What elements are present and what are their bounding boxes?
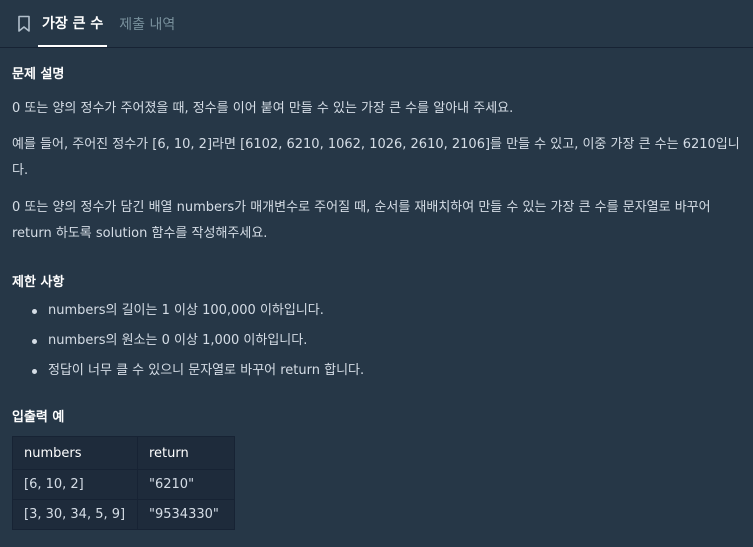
examples-heading: 입출력 예 [12,410,65,425]
tab-submissions[interactable]: 제출 내역 [115,0,179,47]
table-cell: "6210" [137,469,235,500]
limits-heading: 제한 사항 [12,275,65,290]
description-paragraph-2: 예를 들어, 주어진 정수가 [6, 10, 2]라면 [6102, 6210,… [12,137,740,178]
bookmark-icon[interactable] [10,10,38,38]
tab-problem[interactable]: 가장 큰 수 [38,0,108,47]
examples-table: numbers return [6, 10, 2] "6210" [3, 30,… [12,436,235,530]
table-cell: [6, 10, 2] [12,469,138,500]
list-item: 정답이 너무 클 수 있으니 문자열로 바꾸어 return 합니다. [32,356,364,386]
table-row: [6, 10, 2] "6210" [12,469,235,500]
limits-list: numbers의 길이는 1 이상 100,000 이하입니다. numbers… [32,296,364,386]
description-paragraph-1: 0 또는 양의 정수가 주어졌을 때, 정수를 이어 붙여 만들 수 있는 가장… [12,101,514,116]
tab-bar: 가장 큰 수 제출 내역 [0,0,753,48]
description-paragraph-3: 0 또는 양의 정수가 담긴 배열 numbers가 매개변수로 주어질 때, … [12,200,711,241]
column-header-return: return [137,436,235,470]
table-cell: [3, 30, 34, 5, 9] [12,499,138,530]
table-row: [3, 30, 34, 5, 9] "9534330" [12,499,235,530]
description-heading: 문제 설명 [12,67,65,82]
column-header-numbers: numbers [12,436,138,470]
table-header-row: numbers return [12,436,235,470]
table-cell: "9534330" [137,499,235,530]
list-item: numbers의 원소는 0 이상 1,000 이하입니다. [32,326,364,356]
list-item: numbers의 길이는 1 이상 100,000 이하입니다. [32,296,364,326]
